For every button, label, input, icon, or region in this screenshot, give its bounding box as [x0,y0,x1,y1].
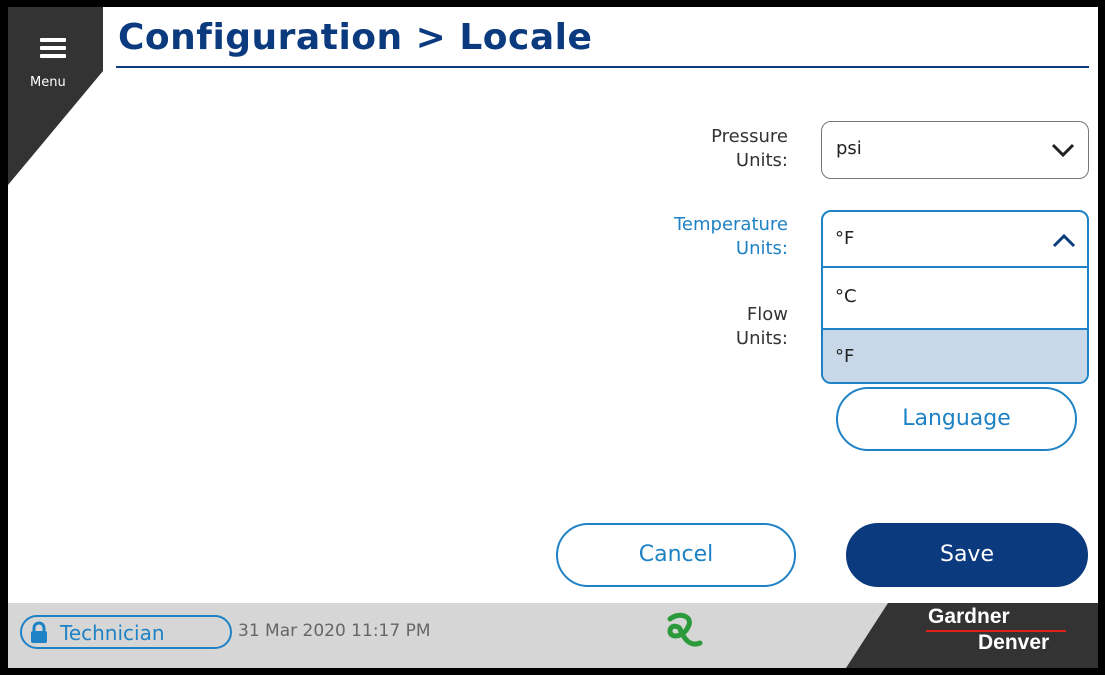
system-status-icon [667,612,703,647]
temperature-units-label: Temperature Units: [628,213,788,261]
temperature-units-value: °F [835,228,855,249]
pressure-label-line1: Pressure [711,126,788,147]
pressure-units-label: Pressure Units: [648,125,788,173]
hamburger-icon [40,38,66,58]
locale-config-screen: Menu Configuration > Locale Pressure Uni… [8,7,1098,668]
brand-logo-denver: Denver [978,631,1050,654]
chevron-down-icon [1051,143,1075,158]
temperature-option-celsius[interactable]: °C [823,270,1087,326]
lock-icon [31,621,47,643]
status-bar: Technician 31 Mar 2020 11:17 PM Gardner … [8,603,1098,668]
pressure-label-line2: Units: [735,150,788,171]
save-button-label: Save [939,542,994,567]
flow-label-line2: Units: [735,328,788,349]
cancel-button[interactable]: Cancel [556,523,796,587]
flow-label-line1: Flow [746,304,788,325]
pressure-units-select[interactable]: psi [821,121,1089,179]
language-button-label: Language [902,406,1011,431]
temperature-units-select[interactable]: °F [823,212,1087,268]
temperature-label-line2: Units: [735,238,788,259]
menu-label: Menu [30,75,66,90]
page-title: Configuration > Locale [118,17,593,58]
menu-button[interactable]: Menu [16,21,76,90]
brand-logo-gardner: Gardner [928,605,1010,628]
save-button[interactable]: Save [846,523,1088,587]
temperature-option-label: °F [835,346,855,367]
temperature-option-fahrenheit[interactable]: °F [823,330,1087,382]
temperature-units-dropdown[interactable]: °F °C °F [821,210,1089,384]
pressure-units-value: psi [836,138,862,159]
language-button[interactable]: Language [836,387,1077,451]
temperature-label-line1: Temperature [673,214,788,235]
flow-units-label: Flow Units: [648,303,788,351]
user-role-button[interactable]: Technician [20,615,232,649]
temperature-option-label: °C [835,286,857,307]
user-role-label: Technician [60,621,165,645]
chevron-up-icon [1052,233,1076,248]
title-divider [116,66,1089,68]
cancel-button-label: Cancel [638,542,714,567]
status-datetime: 31 Mar 2020 11:17 PM [238,621,431,641]
